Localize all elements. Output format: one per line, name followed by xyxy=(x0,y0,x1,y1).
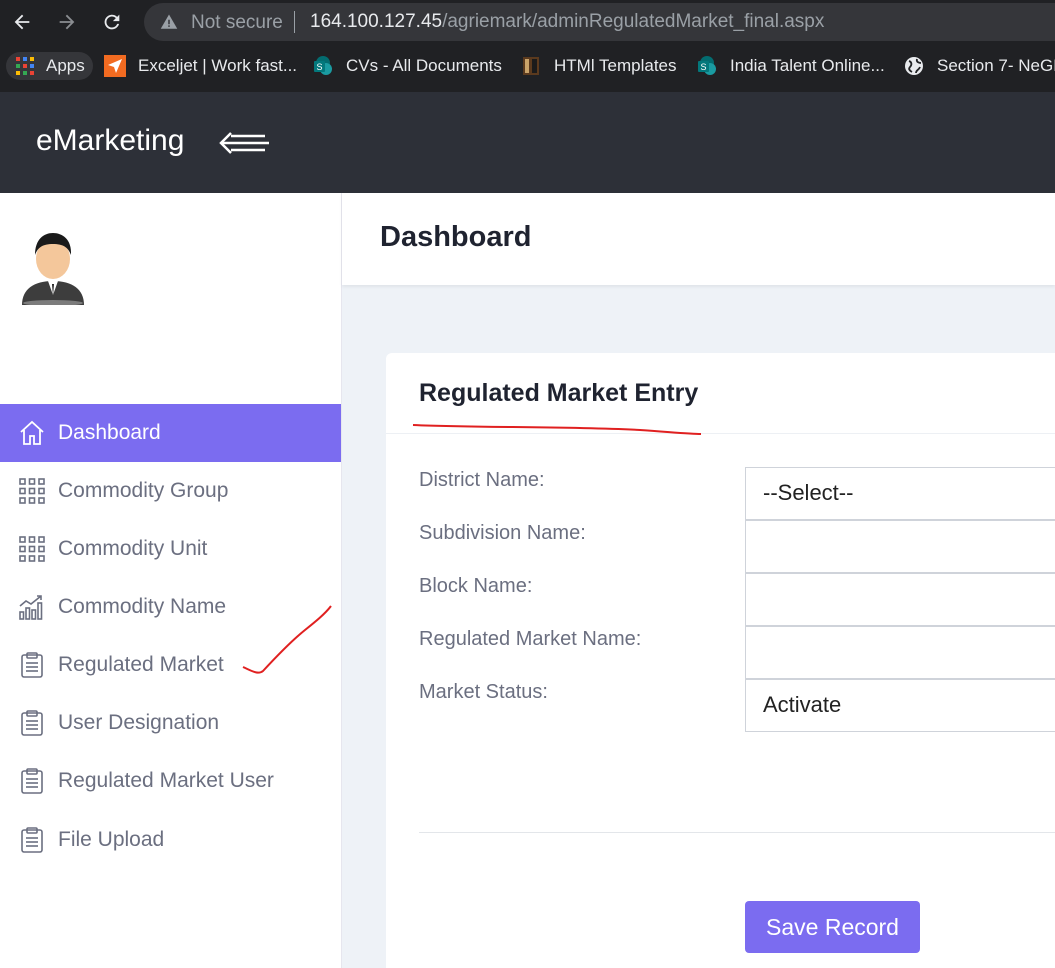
address-bar[interactable]: Not secure 164.100.127.45/agriemark/admi… xyxy=(144,3,1055,41)
back-icon[interactable] xyxy=(6,6,38,38)
bookmark-label: Exceljet | Work fast... xyxy=(138,56,298,75)
reload-icon[interactable] xyxy=(96,6,128,38)
sidebar-item-label: File Upload xyxy=(58,828,165,851)
subdivision-label: Subdivision Name: xyxy=(419,522,586,544)
card-divider xyxy=(386,433,1055,434)
district-select[interactable]: --Select-- xyxy=(745,467,1055,520)
page-title: Dashboard xyxy=(380,221,532,253)
block-label: Block Name: xyxy=(419,575,533,597)
block-select[interactable] xyxy=(745,573,1055,626)
district-label: District Name: xyxy=(419,469,545,491)
grid-icon xyxy=(19,478,45,504)
exceljet-icon xyxy=(104,55,126,77)
sidebar-item-label: Commodity Unit xyxy=(58,537,208,560)
forward-icon[interactable] xyxy=(51,6,83,38)
sidebar-item-label: Commodity Group xyxy=(58,479,229,502)
sidebar-item-user-designation[interactable]: User Designation xyxy=(0,694,341,752)
sidebar-item-label: Commodity Name xyxy=(58,595,227,618)
bookmark-label: India Talent Online... xyxy=(730,56,885,75)
bookmark-label: CVs - All Documents xyxy=(346,56,502,75)
bookmark-section7[interactable]: Section 7- NeGP xyxy=(903,52,1055,80)
url-path: /agriemark/adminRegulatedMarket_final.as… xyxy=(442,11,825,32)
bookmark-apps[interactable]: Apps xyxy=(6,52,93,80)
clipboard-icon xyxy=(21,827,43,853)
home-icon xyxy=(20,420,44,445)
sidebar: Dashboard Commodity Group Commodity Unit… xyxy=(0,193,342,968)
market-name-label: Regulated Market Name: xyxy=(419,628,642,650)
apps-grid-icon xyxy=(16,57,34,75)
clipboard-icon xyxy=(21,652,43,678)
sharepoint-icon: S xyxy=(314,56,332,75)
url-text: 164.100.127.45/agriemark/adminRegulatedM… xyxy=(310,11,824,33)
subdivision-select[interactable] xyxy=(745,520,1055,573)
grid-icon xyxy=(19,536,45,562)
warning-icon xyxy=(160,14,178,29)
url-host: 164.100.127.45 xyxy=(310,11,443,32)
sidebar-item-label: Dashboard xyxy=(58,421,161,444)
bookmark-cvs[interactable]: S CVs - All Documents xyxy=(312,52,502,80)
browser-chrome: Not secure 164.100.127.45/agriemark/admi… xyxy=(0,0,1055,92)
sidebar-item-label: Regulated Market xyxy=(58,653,224,676)
bookmark-india-talent[interactable]: S India Talent Online... xyxy=(696,52,885,80)
app-header: eMarketing xyxy=(0,92,1055,193)
chart-icon xyxy=(19,595,43,620)
card-title: Regulated Market Entry xyxy=(419,379,699,407)
clipboard-icon xyxy=(21,768,43,794)
sidebar-item-commodity-name[interactable]: Commodity Name xyxy=(0,578,341,636)
book-icon xyxy=(523,57,539,75)
brand-title: eMarketing xyxy=(36,124,185,157)
address-separator xyxy=(294,11,295,33)
sidebar-item-label: User Designation xyxy=(58,711,220,734)
sidebar-item-regulated-market[interactable]: Regulated Market xyxy=(0,636,341,694)
bookmark-label: Section 7- NeGP xyxy=(937,56,1055,75)
bookmark-html-templates[interactable]: HTMl Templates xyxy=(520,52,677,80)
clipboard-icon xyxy=(21,710,43,736)
sharepoint-icon: S xyxy=(698,56,716,75)
svg-text:S: S xyxy=(316,62,322,72)
globe-icon xyxy=(905,57,923,75)
main-content: Dashboard Regulated Market Entry Distric… xyxy=(342,193,1055,968)
hamburger-arrow-icon[interactable] xyxy=(219,130,271,156)
sidebar-item-label: Regulated Market User xyxy=(58,769,274,792)
regulated-market-card: Regulated Market Entry District Name: --… xyxy=(386,353,1055,968)
svg-text:S: S xyxy=(700,62,706,72)
bookmark-label: Apps xyxy=(46,56,85,75)
bookmarks-bar: Apps Exceljet | Work fast... S CVs - All… xyxy=(0,48,1055,84)
sidebar-item-dashboard[interactable]: Dashboard xyxy=(0,404,341,462)
bookmark-label: HTMl Templates xyxy=(554,56,677,75)
user-avatar-icon[interactable] xyxy=(18,229,88,305)
market-name-input[interactable] xyxy=(745,626,1055,679)
bookmark-exceljet[interactable]: Exceljet | Work fast... xyxy=(104,52,297,80)
not-secure-label: Not secure xyxy=(191,12,283,33)
market-status-select[interactable]: Activate xyxy=(745,679,1055,732)
sidebar-item-regulated-market-user[interactable]: Regulated Market User xyxy=(0,752,341,810)
sidebar-item-commodity-unit[interactable]: Commodity Unit xyxy=(0,520,341,578)
sidebar-item-file-upload[interactable]: File Upload xyxy=(0,811,341,869)
page-header: Dashboard xyxy=(342,193,1055,285)
save-record-button[interactable]: Save Record xyxy=(745,901,920,953)
form-footer-divider xyxy=(419,832,1055,833)
market-status-label: Market Status: xyxy=(419,681,548,703)
sidebar-item-commodity-group[interactable]: Commodity Group xyxy=(0,462,341,520)
